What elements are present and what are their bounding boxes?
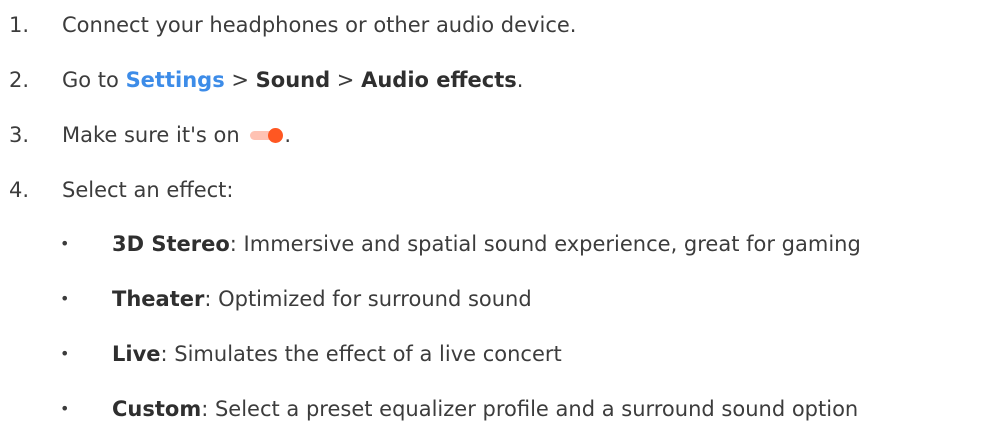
step-text: Go to Settings > Sound > Audio effects. [62, 60, 523, 100]
effect-text: Theater: Optimized for surround sound [112, 279, 532, 319]
audio-effects-label: Audio effects [361, 68, 517, 92]
list-item-theater: • Theater: Optimized for surround sound [0, 279, 1000, 319]
settings-link[interactable]: Settings [126, 68, 225, 92]
step-text-main: Make sure it's on [62, 123, 247, 147]
bullet-icon: • [60, 234, 70, 253]
bullet-icon: • [60, 289, 70, 308]
step-suffix: . [284, 123, 291, 147]
effect-description: : Select a preset equalizer profile and … [201, 397, 859, 421]
effect-name: 3D Stereo [112, 232, 230, 256]
sound-label: Sound [255, 68, 331, 92]
effect-name: Custom [112, 397, 202, 421]
effect-name: Live [112, 342, 161, 366]
effect-description: : Immersive and spatial sound experience… [229, 232, 861, 256]
effect-text: Custom: Select a preset equalizer profil… [112, 389, 858, 429]
step-2: 2. Go to Settings > Sound > Audio effect… [0, 60, 1000, 100]
effect-description: : Optimized for surround sound [204, 287, 532, 311]
list-item-custom: • Custom: Select a preset equalizer prof… [0, 389, 1000, 429]
effect-text: Live: Simulates the effect of a live con… [112, 334, 562, 374]
toggle-on-icon [250, 127, 284, 143]
step-text: Connect your headphones or other audio d… [62, 13, 577, 37]
step-4: 4. Select an effect: [0, 170, 1000, 210]
effect-description: : Simulates the effect of a live concert [160, 342, 562, 366]
effect-text: 3D Stereo: Immersive and spatial sound e… [112, 224, 861, 264]
step-number: 1. [9, 13, 30, 37]
step-text: Make sure it's on . [62, 115, 291, 155]
list-item-live: • Live: Simulates the effect of a live c… [0, 334, 1000, 374]
step-3: 3. Make sure it's on . [0, 115, 1000, 155]
separator: > [224, 68, 256, 92]
separator: > [330, 68, 362, 92]
bullet-icon: • [60, 344, 70, 363]
toggle-thumb [268, 127, 284, 143]
step-prefix: Go to [62, 68, 126, 92]
step-1: 1. Connect your headphones or other audi… [0, 5, 1000, 45]
step-number: 2. [9, 68, 30, 92]
effect-name: Theater [112, 287, 205, 311]
bullet-icon: • [60, 399, 70, 418]
step-number: 3. [9, 123, 30, 147]
step-number: 4. [9, 178, 30, 202]
step-suffix: . [516, 68, 524, 92]
step-text: Select an effect: [62, 178, 234, 202]
list-item-3d-stereo: • 3D Stereo: Immersive and spatial sound… [0, 224, 1000, 264]
